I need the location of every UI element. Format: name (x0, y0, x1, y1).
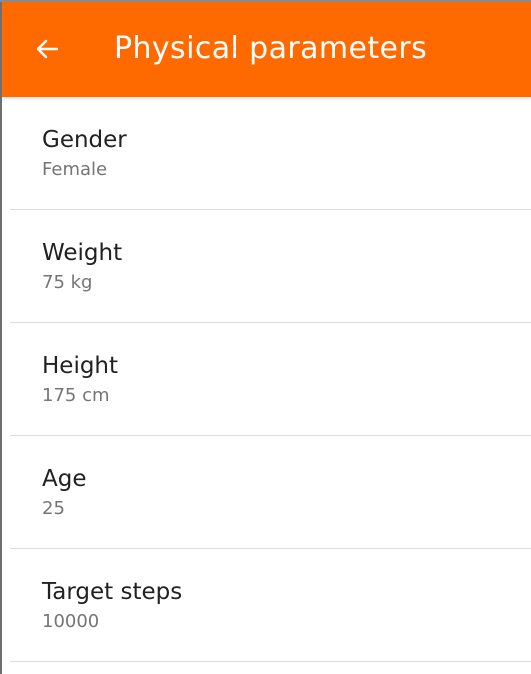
window-border-top (0, 0, 531, 2)
setting-item-gender[interactable]: Gender Female (0, 97, 531, 210)
settings-list: Gender Female Weight 75 kg Height 175 cm… (0, 97, 531, 662)
page-title: Physical parameters (114, 31, 428, 66)
setting-label: Target steps (42, 579, 183, 605)
back-button[interactable] (0, 0, 96, 97)
setting-value: Female (42, 159, 108, 180)
app-bar: Physical parameters (0, 0, 531, 97)
physical-parameters-screen: Physical parameters Gender Female Weight… (0, 0, 531, 674)
setting-item-target-steps[interactable]: Target steps 10000 (0, 549, 531, 662)
setting-label: Age (42, 466, 87, 492)
setting-label: Weight (42, 240, 123, 266)
setting-label: Gender (42, 127, 127, 153)
setting-value: 10000 (42, 611, 100, 632)
arrow-left-icon (36, 39, 58, 59)
window-border-left (0, 0, 2, 674)
setting-item-weight[interactable]: Weight 75 kg (0, 210, 531, 323)
setting-value: 75 kg (42, 272, 93, 293)
setting-item-height[interactable]: Height 175 cm (0, 323, 531, 436)
setting-label: Height (42, 353, 119, 379)
setting-value: 175 cm (42, 385, 110, 406)
setting-item-age[interactable]: Age 25 (0, 436, 531, 549)
setting-value: 25 (42, 498, 65, 519)
